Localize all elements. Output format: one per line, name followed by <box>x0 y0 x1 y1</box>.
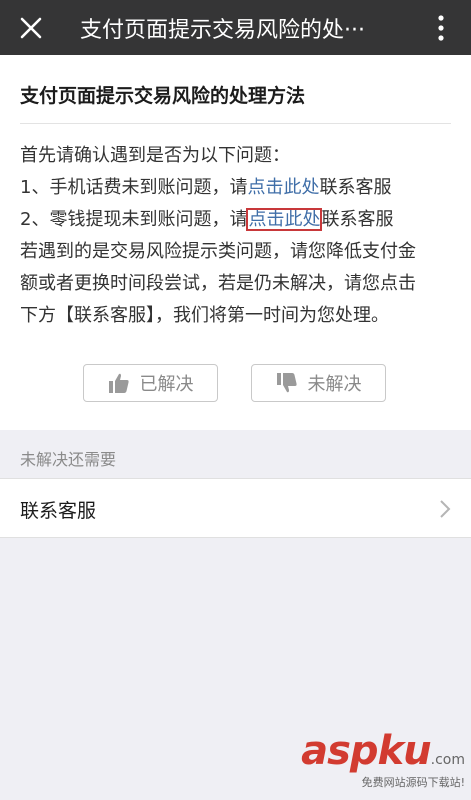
body-line: 2、零钱提现未到账问题，请点击此处联系客服 <box>20 204 460 236</box>
body-line: 额或者更换时间段尝试，若是仍未解决，请您点击 <box>20 268 460 300</box>
close-button[interactable] <box>0 0 62 55</box>
body-line: 首先请确认遇到是否为以下问题： <box>20 140 460 172</box>
line-text: 2、零钱提现未到账问题，请 <box>20 209 248 230</box>
line-text: 下方【联系客服】，我们将第一时间为您处理。 <box>20 305 389 326</box>
watermark-logo: aspku.com 免费网站源码下载站! <box>301 728 465 790</box>
page-title: 支付页面提示交易风险的处··· <box>80 17 365 43</box>
body-line: 下方【联系客服】，我们将第一时间为您处理。 <box>20 300 460 332</box>
chevron-right-icon <box>440 500 451 518</box>
line-text: 1、手机话费未到账问题，请 <box>20 177 248 198</box>
contact-support-label: 联系客服 <box>20 500 97 522</box>
title-divider <box>20 123 451 124</box>
thumbs-down-icon <box>276 373 297 393</box>
thumbs-up-icon <box>108 373 129 393</box>
watermark-main: aspku <box>301 728 432 774</box>
more-vertical-icon <box>438 14 444 41</box>
section-label: 未解决还需要 <box>20 450 117 469</box>
body-line: 若遇到的是交易风险提示类问题，请您降低支付金 <box>20 236 460 268</box>
line-text: 首先请确认遇到是否为以下问题： <box>20 145 290 166</box>
body-line: 1、手机话费未到账问题，请点击此处联系客服 <box>20 172 460 204</box>
article-card: 支付页面提示交易风险的处理方法 首先请确认遇到是否为以下问题： 1、手机话费未到… <box>0 55 471 430</box>
contact-support-item[interactable]: 联系客服 <box>0 478 471 538</box>
click-here-link-phone[interactable]: 点击此处 <box>247 177 319 198</box>
line-text: 额或者更换时间段尝试，若是仍未解决，请您点击 <box>20 273 416 294</box>
unsolved-label: 未解决 <box>307 374 362 395</box>
close-icon <box>20 17 42 38</box>
unsolved-button[interactable]: 未解决 <box>251 364 386 402</box>
line-text: 联系客服 <box>321 209 394 230</box>
click-here-link-wallet[interactable]: 点击此处 <box>246 208 323 231</box>
article-title: 支付页面提示交易风险的处理方法 <box>20 85 306 107</box>
solved-label: 已解决 <box>139 374 194 395</box>
solved-button[interactable]: 已解决 <box>83 364 218 402</box>
line-text: 若遇到的是交易风险提示类问题，请您降低支付金 <box>20 241 416 262</box>
watermark-sub: 免费网站源码下载站! <box>361 776 465 789</box>
watermark-suffix: .com <box>430 752 465 768</box>
line-text: 联系客服 <box>319 177 392 198</box>
more-button[interactable] <box>411 0 471 55</box>
article-body: 首先请确认遇到是否为以下问题： 1、手机话费未到账问题，请点击此处联系客服 2、… <box>20 140 460 332</box>
top-bar: 支付页面提示交易风险的处··· <box>0 0 471 55</box>
